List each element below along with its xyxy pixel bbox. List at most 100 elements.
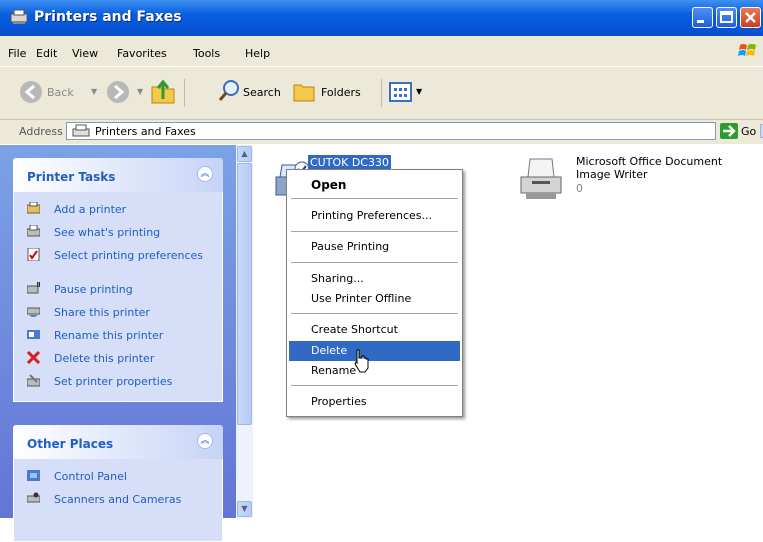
task-label: See what's printing — [54, 226, 161, 239]
preferences-icon — [27, 248, 40, 261]
place-label: Control Panel — [54, 470, 127, 483]
control-panel-icon — [27, 470, 40, 481]
task-set-properties[interactable]: Set printer properties — [14, 370, 222, 393]
address-value: Printers and Faxes — [95, 125, 196, 138]
task-label: Share this printer — [54, 306, 150, 319]
maximize-button[interactable] — [716, 7, 737, 28]
menu-view[interactable]: View — [72, 47, 98, 60]
printer-folder-icon — [72, 124, 90, 137]
views-dropdown-icon[interactable]: ▼ — [416, 87, 422, 96]
menu-pause-printing[interactable]: Pause Printing — [289, 237, 460, 257]
share-printer-icon — [27, 307, 40, 317]
printer-name[interactable]: Microsoft Office Document Image Writer — [576, 155, 746, 181]
task-select-preferences[interactable]: Select printing preferences — [14, 244, 222, 278]
menu-use-offline[interactable]: Use Printer Offline — [289, 289, 460, 309]
menu-separator — [291, 231, 458, 232]
scroll-up-button[interactable]: ▲ — [237, 146, 252, 162]
task-share-printer[interactable]: Share this printer — [14, 301, 222, 324]
task-add-printer[interactable]: Add a printer — [14, 198, 222, 221]
back-button[interactable]: Back — [47, 86, 74, 99]
menu-label: Properties — [311, 395, 367, 408]
up-folder-icon[interactable] — [150, 79, 176, 105]
menu-label: Pause Printing — [311, 240, 390, 253]
scroll-thumb[interactable] — [237, 163, 252, 425]
scroll-down-button[interactable]: ▼ — [237, 501, 252, 517]
printer-tasks-title: Printer Tasks — [27, 170, 116, 184]
menu-tools[interactable]: Tools — [193, 47, 220, 60]
address-input[interactable]: Printers and Faxes — [66, 122, 763, 140]
back-arrow-icon[interactable] — [19, 80, 43, 104]
collapse-icon[interactable]: ︽ — [197, 166, 213, 182]
printer-name-selected[interactable]: CUTOK DC330 — [308, 155, 391, 170]
title-bar[interactable]: Printers and Faxes — [0, 0, 763, 36]
task-label: Select printing preferences — [54, 249, 204, 262]
menu-label: Open — [311, 178, 347, 192]
toolbar: Back ▼ ▼ Search Folders ▼ — [0, 67, 763, 120]
properties-icon — [27, 374, 40, 387]
printer-tasks-header[interactable]: Printer Tasks ︽ — [13, 158, 223, 192]
search-button[interactable]: Search — [243, 86, 281, 99]
menu-separator — [291, 198, 458, 199]
delete-x-icon — [27, 351, 40, 364]
menu-help[interactable]: Help — [245, 47, 270, 60]
views-icon[interactable] — [388, 80, 414, 104]
scanner-camera-icon — [27, 492, 40, 503]
place-label: Scanners and Cameras — [54, 493, 182, 506]
other-places-title: Other Places — [27, 437, 114, 451]
menu-edit[interactable]: Edit — [36, 47, 57, 60]
printer-folder-icon — [10, 9, 28, 24]
task-pause-printing[interactable]: Pause printing — [14, 278, 222, 301]
task-delete-printer[interactable]: Delete this printer — [14, 347, 222, 370]
menu-label: Rename — [311, 364, 357, 377]
task-label: Pause printing — [54, 283, 133, 296]
task-see-printing[interactable]: See what's printing — [14, 221, 222, 244]
minimize-button[interactable] — [692, 7, 713, 28]
go-button[interactable]: Go — [741, 125, 756, 138]
close-icon — [745, 12, 756, 23]
task-pane-scrollbar[interactable]: ▲ ▼ — [236, 145, 253, 518]
menu-open[interactable]: Open — [289, 175, 460, 195]
search-icon[interactable] — [218, 79, 242, 103]
folders-button[interactable]: Folders — [321, 86, 361, 99]
forward-dropdown-icon[interactable]: ▼ — [137, 87, 143, 96]
menu-create-shortcut[interactable]: Create Shortcut — [289, 320, 460, 340]
window-title: Printers and Faxes — [34, 9, 182, 25]
menu-label: Use Printer Offline — [311, 292, 412, 305]
menu-file[interactable]: File — [8, 47, 26, 60]
printer-icon[interactable] — [518, 155, 564, 203]
menu-separator — [291, 385, 458, 386]
menu-sharing[interactable]: Sharing... — [289, 269, 460, 289]
place-control-panel[interactable]: Control Panel — [14, 465, 222, 488]
menu-label: Sharing... — [311, 272, 364, 285]
minimize-icon — [697, 20, 704, 23]
rename-icon — [27, 330, 40, 339]
task-label: Rename this printer — [54, 329, 164, 342]
menu-delete[interactable]: Delete — [289, 341, 460, 361]
go-arrow-button[interactable] — [720, 123, 738, 139]
menu-rename[interactable]: Rename — [289, 361, 460, 381]
place-scanners-cameras[interactable]: Scanners and Cameras — [14, 488, 222, 511]
menu-printing-preferences[interactable]: Printing Preferences... — [289, 206, 460, 226]
task-label: Delete this printer — [54, 352, 155, 365]
forward-arrow-icon[interactable] — [106, 80, 130, 104]
task-rename-printer[interactable]: Rename this printer — [14, 324, 222, 347]
pause-printer-icon — [27, 282, 40, 294]
folders-icon[interactable] — [292, 79, 318, 103]
windows-logo-icon — [738, 44, 756, 56]
menu-properties[interactable]: Properties — [289, 392, 460, 412]
back-dropdown-icon[interactable]: ▼ — [91, 87, 97, 96]
context-menu: Open Printing Preferences... Pause Print… — [286, 169, 463, 417]
menu-label: Create Shortcut — [311, 323, 398, 336]
task-label: Set printer properties — [54, 375, 173, 388]
close-button[interactable] — [740, 7, 761, 28]
address-bar: Address Printers and Faxes Go — [0, 120, 763, 144]
collapse-icon[interactable]: ︽ — [197, 433, 213, 449]
printer-job-count: 0 — [576, 182, 583, 195]
address-label: Address — [19, 125, 63, 138]
menu-favorites[interactable]: Favorites — [117, 47, 167, 60]
menu-separator — [291, 313, 458, 314]
print-queue-icon — [27, 225, 40, 237]
mouse-pointer-icon — [354, 349, 369, 373]
other-places-header[interactable]: Other Places ︽ — [13, 425, 223, 459]
task-label: Add a printer — [54, 203, 127, 216]
